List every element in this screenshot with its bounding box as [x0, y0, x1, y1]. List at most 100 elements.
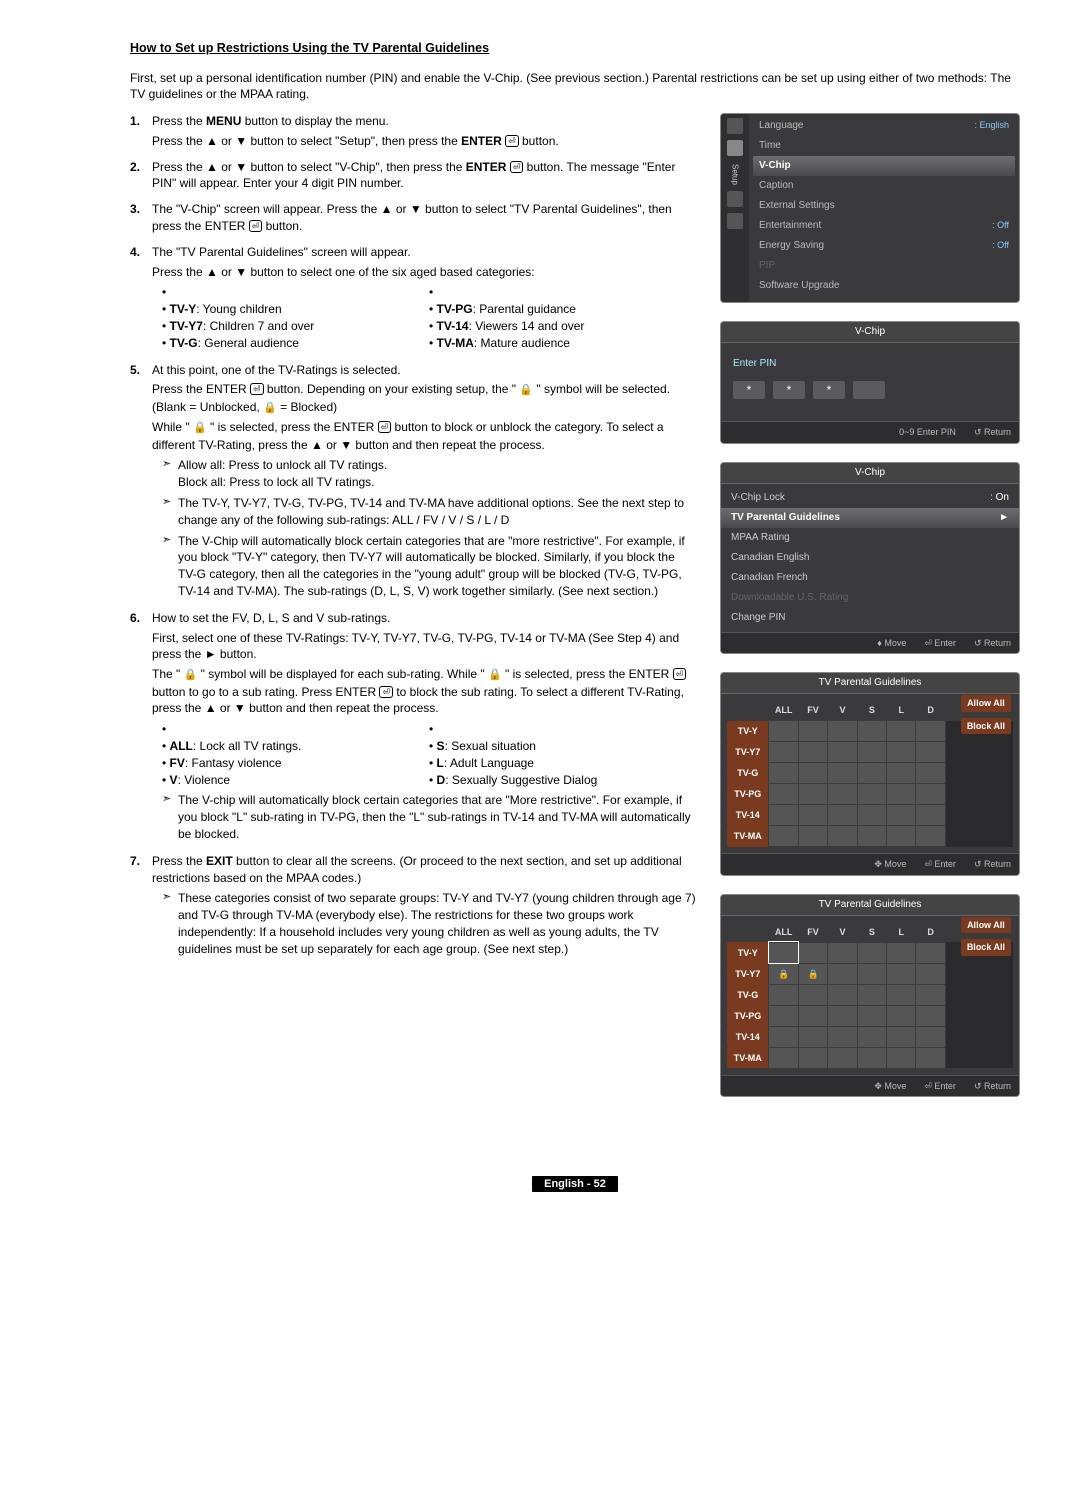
pg-cell[interactable]: [769, 805, 798, 826]
block-all-button[interactable]: Block All: [961, 718, 1011, 735]
pg-cell[interactable]: [857, 784, 886, 805]
pg-cell[interactable]: [857, 1005, 886, 1026]
pin-box[interactable]: *: [733, 381, 765, 399]
pg-cell[interactable]: [798, 1005, 827, 1026]
pg-cell[interactable]: [828, 942, 857, 963]
vchip-row[interactable]: V-Chip Lock: On: [721, 488, 1019, 508]
pg-cell[interactable]: [916, 763, 945, 784]
pin-box[interactable]: [853, 381, 885, 399]
pin-box[interactable]: *: [773, 381, 805, 399]
osd-setup-panel: Setup Language: EnglishTimeV-ChipCaption…: [720, 113, 1020, 303]
pg-cell[interactable]: [828, 721, 857, 742]
pg-cell[interactable]: [798, 763, 827, 784]
pg-cell[interactable]: [857, 826, 886, 847]
pg-cell[interactable]: [887, 1005, 916, 1026]
pg-cell[interactable]: [828, 1005, 857, 1026]
vchip-row[interactable]: Downloadable U.S. Rating: [721, 588, 1019, 608]
pg-cell[interactable]: [828, 742, 857, 763]
pin-box[interactable]: *: [813, 381, 845, 399]
pg-cell[interactable]: [828, 1026, 857, 1047]
setup-row[interactable]: Software Upgrade: [753, 276, 1015, 296]
setup-row[interactable]: V-Chip: [753, 156, 1015, 176]
step-number: 7.: [130, 853, 152, 870]
pg-cell[interactable]: [798, 721, 827, 742]
pg-cell[interactable]: [769, 742, 798, 763]
pg-cell[interactable]: [798, 1047, 827, 1068]
pg-cell[interactable]: [887, 763, 916, 784]
pg-cell[interactable]: [828, 784, 857, 805]
pg-cell[interactable]: [769, 826, 798, 847]
pg-cell[interactable]: [887, 942, 916, 963]
setup-row[interactable]: PIP: [753, 256, 1015, 276]
vchip-row[interactable]: TV Parental Guidelines►: [721, 508, 1019, 528]
pg-cell[interactable]: [857, 1047, 886, 1068]
setup-row[interactable]: Caption: [753, 176, 1015, 196]
pg-cell[interactable]: [769, 721, 798, 742]
pg-cell[interactable]: [887, 742, 916, 763]
pg-cell[interactable]: [887, 805, 916, 826]
pg-cell[interactable]: [887, 1047, 916, 1068]
pg-cell[interactable]: [857, 963, 886, 984]
pg-cell[interactable]: [769, 963, 798, 984]
pg-cell[interactable]: [857, 805, 886, 826]
pg-cell[interactable]: [828, 1047, 857, 1068]
pg-cell[interactable]: [916, 805, 945, 826]
pg-cell[interactable]: [798, 942, 827, 963]
pg-cell[interactable]: [798, 805, 827, 826]
vchip-row[interactable]: Canadian English: [721, 548, 1019, 568]
pg-cell[interactable]: [916, 1047, 945, 1068]
osd-pg-panel-empty: TV Parental Guidelines Allow All Block A…: [720, 672, 1020, 876]
pg-cell[interactable]: [916, 826, 945, 847]
pg-cell[interactable]: [769, 984, 798, 1005]
pg-cell[interactable]: [798, 963, 827, 984]
pg-cell[interactable]: [857, 763, 886, 784]
setup-row[interactable]: External Settings: [753, 196, 1015, 216]
pg-cell[interactable]: [887, 826, 916, 847]
pg-cell[interactable]: [887, 963, 916, 984]
allow-all-button[interactable]: Allow All: [961, 917, 1011, 934]
pg-cell[interactable]: [887, 784, 916, 805]
pg-cell[interactable]: [916, 721, 945, 742]
pg-cell[interactable]: [769, 784, 798, 805]
pg-cell[interactable]: [769, 763, 798, 784]
pg-cell[interactable]: [916, 742, 945, 763]
vchip-row[interactable]: Canadian French: [721, 568, 1019, 588]
setup-row[interactable]: Entertainment: Off: [753, 216, 1015, 236]
vchip-row[interactable]: Change PIN: [721, 608, 1019, 628]
pg-cell[interactable]: [828, 984, 857, 1005]
pg-cell[interactable]: [916, 942, 945, 963]
pg-cell[interactable]: [916, 1005, 945, 1026]
pg-cell[interactable]: [769, 1005, 798, 1026]
pg-cell[interactable]: [887, 984, 916, 1005]
pg-cell[interactable]: [887, 1026, 916, 1047]
setup-row[interactable]: Time: [753, 136, 1015, 156]
pg-cell[interactable]: [916, 963, 945, 984]
setup-row[interactable]: Language: English: [753, 116, 1015, 136]
pg-cell[interactable]: [798, 784, 827, 805]
pg-cell[interactable]: [828, 963, 857, 984]
pg-cell[interactable]: [828, 805, 857, 826]
pg-cell[interactable]: [916, 1026, 945, 1047]
pg-cell[interactable]: [828, 763, 857, 784]
pg-cell[interactable]: [798, 1026, 827, 1047]
pg-cell[interactable]: [857, 942, 886, 963]
pg-row-label: TV-PG: [727, 784, 769, 805]
pg-cell[interactable]: [887, 721, 916, 742]
pg-cell[interactable]: [857, 742, 886, 763]
pg-cell[interactable]: [769, 1026, 798, 1047]
block-all-button[interactable]: Block All: [961, 939, 1011, 956]
pg-cell[interactable]: [857, 721, 886, 742]
pg-cell[interactable]: [769, 1047, 798, 1068]
allow-all-button[interactable]: Allow All: [961, 695, 1011, 712]
vchip-row[interactable]: MPAA Rating: [721, 528, 1019, 548]
pg-cell[interactable]: [798, 742, 827, 763]
pg-cell[interactable]: [828, 826, 857, 847]
pg-cell[interactable]: [769, 942, 798, 963]
pg-cell[interactable]: [916, 784, 945, 805]
pg-cell[interactable]: [857, 1026, 886, 1047]
pg-cell[interactable]: [798, 826, 827, 847]
pg-cell[interactable]: [857, 984, 886, 1005]
pg-cell[interactable]: [916, 984, 945, 1005]
pg-cell[interactable]: [798, 984, 827, 1005]
setup-row[interactable]: Energy Saving: Off: [753, 236, 1015, 256]
